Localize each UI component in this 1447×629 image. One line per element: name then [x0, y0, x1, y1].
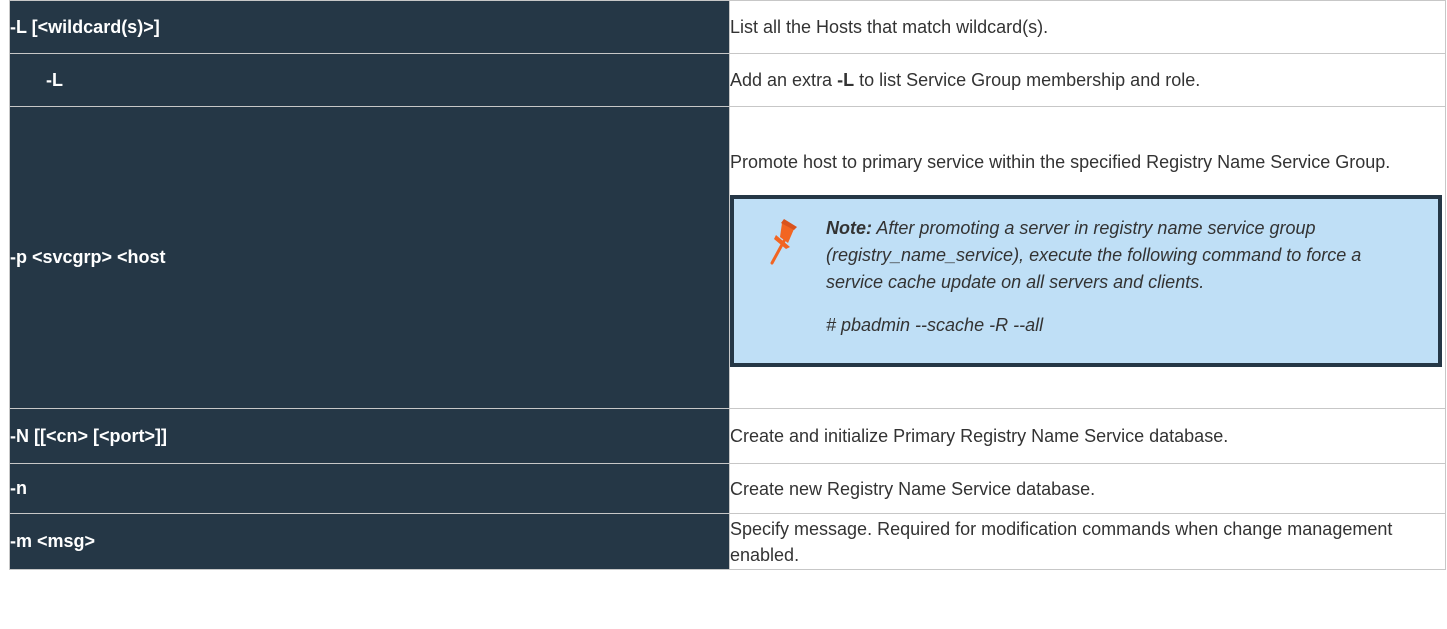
table-row: -p <svcgrp> <host Promote host to primar…	[9, 106, 1446, 409]
table-row: -m <msg> Specify message. Required for m…	[9, 513, 1446, 570]
option-cell: -p <svcgrp> <host	[9, 106, 730, 409]
table-row: -N [[<cn> [<port>]] Create and initializ…	[9, 408, 1446, 464]
description-text: to list Service Group membership and rol…	[854, 70, 1201, 90]
description-cell: Create new Registry Name Service databas…	[729, 463, 1446, 514]
description-cell: Add an extra -L to list Service Group me…	[729, 53, 1446, 107]
description-cell: Specify message. Required for modificati…	[729, 513, 1446, 570]
description-cell: List all the Hosts that match wildcard(s…	[729, 0, 1446, 54]
option-cell: -L [<wildcard(s)>]	[9, 0, 730, 54]
option-cell: -m <msg>	[9, 513, 730, 570]
table-row: -n Create new Registry Name Service data…	[9, 463, 1446, 514]
option-cell: -N [[<cn> [<port>]]	[9, 408, 730, 464]
description-cell: Promote host to primary service within t…	[729, 106, 1446, 409]
note-body: Note: After promoting a server in regist…	[826, 215, 1418, 296]
pushpin-icon	[764, 215, 806, 339]
description-bold-flag: -L	[837, 70, 855, 90]
option-cell: -n	[9, 463, 730, 514]
note-command: # pbadmin --scache -R --all	[826, 314, 1044, 335]
option-cell: -L	[9, 53, 730, 107]
table-row: -L [<wildcard(s)>] List all the Hosts th…	[9, 0, 1446, 54]
note-text: After promoting a server in registry nam…	[826, 217, 1362, 292]
options-table: -L [<wildcard(s)>] List all the Hosts th…	[9, 0, 1446, 570]
note-label: Note:	[826, 217, 872, 238]
description-cell: Create and initialize Primary Registry N…	[729, 408, 1446, 464]
description-text: Promote host to primary service within t…	[730, 151, 1391, 172]
table-row: -L Add an extra -L to list Service Group…	[9, 53, 1446, 107]
description-text: Add an extra	[730, 70, 838, 90]
note-box: Note: After promoting a server in regist…	[730, 194, 1442, 367]
